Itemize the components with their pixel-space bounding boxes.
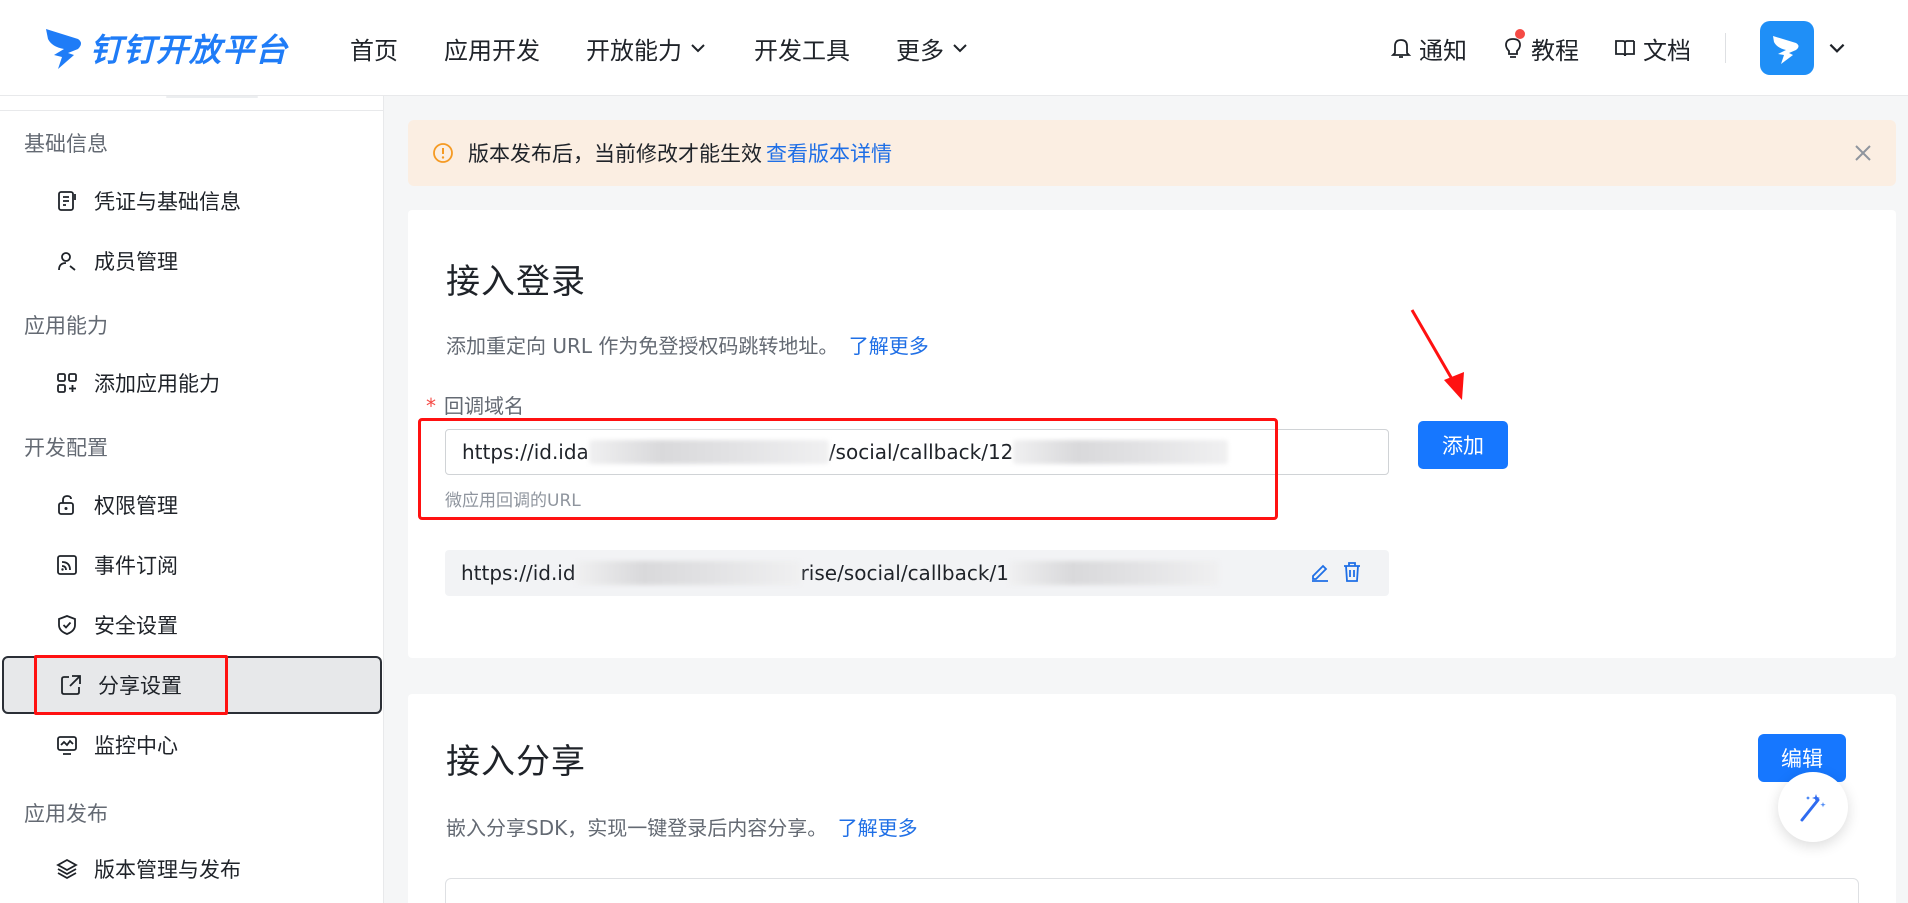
required-mark: * — [426, 394, 436, 418]
sidebar-item-events[interactable]: 事件订阅 — [0, 536, 384, 594]
nav-open-ability-label: 开放能力 — [586, 36, 682, 65]
dingtalk-logo-icon — [46, 29, 81, 69]
share-card: 接入分享 嵌入分享SDK，实现一键登录后内容分享。 了解更多 编辑 — [408, 694, 1896, 903]
user-icon — [58, 252, 76, 271]
login-card-title: 接入登录 — [446, 262, 586, 302]
notice-text: 版本发布后，当前修改才能生效 — [468, 142, 762, 166]
chevron-down-icon[interactable] — [1826, 37, 1848, 59]
sidebar-item-permissions[interactable]: 权限管理 — [0, 476, 384, 534]
share-content-box — [445, 878, 1859, 903]
nav-app-dev[interactable]: 应用开发 — [444, 31, 540, 66]
layers-icon — [56, 858, 78, 880]
login-desc-text: 添加重定向 URL 作为免登授权码跳转地址。 — [446, 334, 839, 358]
saved-url-prefix: https://id.id — [461, 561, 576, 585]
sidebar-item-members[interactable]: 成员管理 — [0, 232, 384, 290]
sidebar-divider — [0, 110, 384, 111]
chevron-down-icon — [953, 44, 967, 53]
notify-label: 通知 — [1419, 36, 1467, 65]
sidebar-item-label: 添加应用能力 — [94, 372, 220, 396]
edit-icon[interactable] — [1309, 561, 1331, 583]
redacted-blur — [1008, 561, 1219, 585]
saved-url-mid: rise/social/callback/1 — [800, 561, 1009, 585]
sidebar-group-ability: 应用能力 — [24, 314, 108, 338]
callback-domain-label-text: 回调域名 — [444, 394, 524, 418]
share-desc-text: 嵌入分享SDK，实现一键登录后内容分享。 — [446, 816, 828, 840]
highlight-annotation-box — [34, 655, 228, 715]
sidebar-scroll-stub — [166, 96, 258, 98]
sidebar-item-label: 凭证与基础信息 — [94, 190, 241, 214]
trash-icon[interactable] — [1341, 561, 1363, 583]
share-card-desc: 嵌入分享SDK，实现一键登录后内容分享。 了解更多 — [446, 812, 918, 841]
lightbulb-icon — [1505, 38, 1521, 58]
rss-icon — [57, 555, 77, 575]
callback-domain-label: * 回调域名 — [426, 390, 524, 419]
login-card-desc: 添加重定向 URL 作为免登授权码跳转地址。 了解更多 — [446, 330, 929, 359]
docs-label: 文档 — [1643, 36, 1691, 65]
view-version-link[interactable]: 查看版本详情 — [766, 138, 892, 168]
nav-more[interactable]: 更多 — [896, 31, 970, 66]
lock-icon — [58, 495, 74, 515]
sidebar-item-label: 安全设置 — [94, 614, 178, 638]
row-actions — [1299, 561, 1363, 583]
login-learn-more-link[interactable]: 了解更多 — [849, 334, 929, 358]
sidebar-item-label: 成员管理 — [94, 250, 178, 274]
nav-more-label: 更多 — [896, 36, 944, 65]
chevron-down-icon — [691, 44, 705, 53]
annotation-arrow-icon — [1410, 309, 1464, 400]
info-warning-icon — [433, 143, 453, 163]
header-divider — [1725, 33, 1726, 63]
brand-name: 钉钉开放平台 — [90, 31, 289, 69]
share-learn-more-link[interactable]: 了解更多 — [838, 816, 918, 840]
notice-banner: 版本发布后，当前修改才能生效 查看版本详情 — [408, 120, 1896, 186]
notify-link[interactable]: 通知 — [1389, 31, 1467, 66]
document-icon — [58, 191, 76, 211]
dingtalk-avatar-icon — [1773, 36, 1799, 64]
tutorial-label: 教程 — [1531, 36, 1579, 65]
nav-home[interactable]: 首页 — [350, 31, 398, 66]
close-icon[interactable] — [1852, 142, 1874, 164]
top-header: 钉钉开放平台 首页 应用开发 开放能力 开发工具 更多 通知 教程 文档 — [0, 0, 1908, 96]
add-button[interactable]: 添加 — [1418, 421, 1508, 469]
main-nav: 首页 应用开发 开放能力 开发工具 更多 — [350, 0, 1016, 96]
nav-open-ability[interactable]: 开放能力 — [586, 31, 708, 66]
highlight-annotation-box — [418, 418, 1278, 520]
brand-logo[interactable]: 钉钉开放平台 — [44, 20, 288, 76]
sidebar-item-version[interactable]: 版本管理与发布 — [0, 840, 384, 898]
book-icon — [1615, 40, 1635, 57]
unread-dot — [1515, 28, 1525, 39]
sidebar-item-share[interactable]: 分享设置 — [2, 655, 382, 715]
ai-assistant-button[interactable] — [1778, 772, 1848, 842]
shield-icon — [58, 615, 76, 635]
sidebar-item-add-ability[interactable]: 添加应用能力 — [0, 354, 384, 412]
sidebar-item-label: 权限管理 — [94, 494, 178, 518]
header-actions: 通知 教程 文档 — [1389, 0, 1908, 96]
bell-icon — [1390, 39, 1412, 58]
sidebar-item-label: 监控中心 — [94, 734, 178, 758]
avatar[interactable] — [1760, 21, 1814, 75]
sidebar-item-security[interactable]: 安全设置 — [0, 596, 384, 654]
sidebar: 基础信息 凭证与基础信息 成员管理 应用能力 添加应用能力 开发配置 权限管理 … — [0, 96, 384, 903]
login-card: 接入登录 添加重定向 URL 作为免登授权码跳转地址。 了解更多 * 回调域名 h… — [408, 210, 1896, 658]
sidebar-item-label: 版本管理与发布 — [94, 858, 241, 882]
saved-callback-row: https://id.id rise/social/callback/1 — [445, 550, 1389, 596]
tutorial-link[interactable]: 教程 — [1501, 28, 1579, 66]
redacted-blur — [575, 561, 801, 585]
sidebar-group-config: 开发配置 — [24, 436, 108, 460]
share-card-title: 接入分享 — [446, 742, 586, 782]
sidebar-item-credentials[interactable]: 凭证与基础信息 — [0, 172, 384, 230]
apps-plus-icon — [57, 373, 77, 393]
magic-wand-icon — [1800, 794, 1826, 822]
sidebar-item-label: 事件订阅 — [94, 554, 178, 578]
nav-dev-tools[interactable]: 开发工具 — [754, 31, 850, 66]
docs-link[interactable]: 文档 — [1613, 31, 1691, 66]
monitor-icon — [57, 736, 77, 755]
sidebar-group-basic: 基础信息 — [24, 132, 108, 156]
sidebar-group-release: 应用发布 — [24, 802, 108, 826]
sidebar-item-monitor[interactable]: 监控中心 — [0, 716, 384, 774]
